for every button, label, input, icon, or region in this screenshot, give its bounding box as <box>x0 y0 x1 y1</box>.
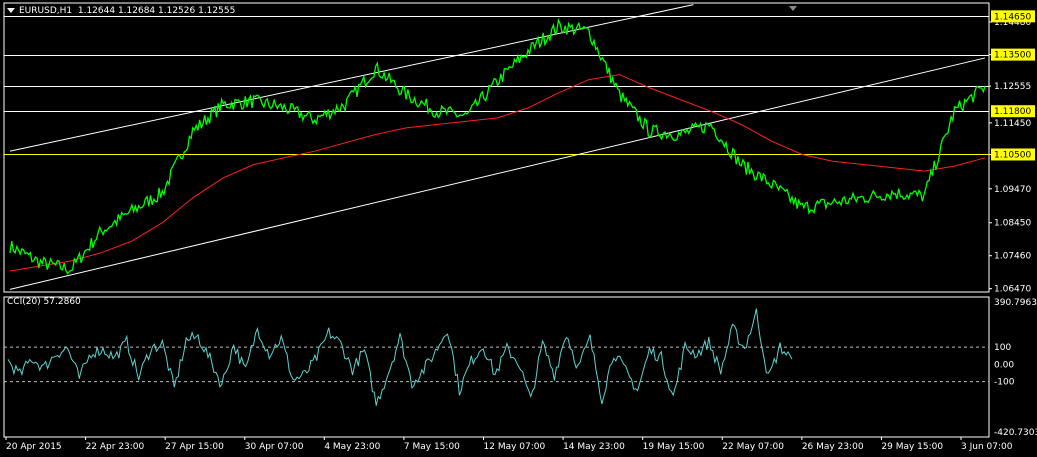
indicator-header: CCI(20) 57.2860 <box>7 297 81 307</box>
channel-lines[interactable] <box>9 4 986 290</box>
price-line <box>9 17 986 275</box>
x-tick-label-3: 30 Apr 07:00 <box>245 442 304 452</box>
level-label-0: 1.14650 <box>994 12 1031 22</box>
x-tick-label-8: 19 May 15:00 <box>643 442 705 452</box>
x-tick-label-10: 26 May 23:00 <box>802 442 864 452</box>
x-tick-label-11: 29 May 15:00 <box>881 442 943 452</box>
y-tick-label-8: 1.06470 <box>994 285 1031 295</box>
cci-axis-label-3: -100 <box>994 378 1015 388</box>
x-tick-label-1: 22 Apr 23:00 <box>86 442 145 452</box>
cci-line <box>7 308 793 406</box>
channel-line-0 <box>9 4 694 152</box>
level-label-3: 1.11800 <box>994 107 1031 117</box>
x-tick-label-12: 3 Jun 07:00 <box>961 442 1013 452</box>
y-tick-label-3: 1.11450 <box>994 119 1031 129</box>
symbol-label: EURUSD,H1 <box>19 6 73 16</box>
x-tick-label-5: 7 May 15:00 <box>404 442 460 452</box>
indicator-pane-border <box>3 296 990 438</box>
moving-average-layer <box>9 74 986 272</box>
chart-header: EURUSD,H1 1.12644 1.12684 1.12526 1.1255… <box>7 6 235 16</box>
x-tick-label-6: 12 May 07:00 <box>484 442 546 452</box>
cci-axis-label-1: 100 <box>994 343 1011 353</box>
x-tick-label-2: 27 Apr 15:00 <box>165 442 224 452</box>
level-label-2: 1.12555 <box>994 82 1031 92</box>
indicator-label: CCI(20) 57.2860 <box>7 297 81 307</box>
chart-frame <box>3 2 990 438</box>
channel-line-1 <box>9 57 986 290</box>
level-label-1: 1.13500 <box>994 51 1031 61</box>
chart-canvas: 1.144801.135001.125551.114501.105001.094… <box>3 2 1037 452</box>
y-tick-label-5: 1.09470 <box>994 185 1031 195</box>
cci-axis-label-2: 0.00 <box>994 360 1014 370</box>
x-tick-label-4: 4 May 23:00 <box>324 442 380 452</box>
axes-layer: 1.144801.135001.125551.114501.105001.094… <box>5 10 1037 452</box>
cci-layer <box>4 308 989 406</box>
y-tick-label-7: 1.07460 <box>994 252 1031 262</box>
moving-average-line <box>9 74 986 272</box>
chevron-down-icon[interactable] <box>7 8 15 13</box>
x-tick-label-7: 14 May 23:00 <box>563 442 625 452</box>
x-tick-label-9: 22 May 07:00 <box>722 442 784 452</box>
horizontal-levels[interactable] <box>4 16 989 155</box>
level-label-4: 1.10500 <box>994 150 1031 160</box>
x-tick-label-0: 20 Apr 2015 <box>6 442 62 452</box>
ohlc-values: 1.12644 1.12684 1.12526 1.12555 <box>77 6 236 16</box>
main-pane-border <box>3 2 990 293</box>
cci-axis-label-4: -420.7303 <box>994 428 1037 438</box>
price-layer <box>9 17 986 275</box>
y-tick-label-6: 1.08450 <box>994 219 1031 229</box>
cci-axis-label-0: 390.7963 <box>994 298 1037 308</box>
shift-marker-icon[interactable] <box>789 6 797 11</box>
